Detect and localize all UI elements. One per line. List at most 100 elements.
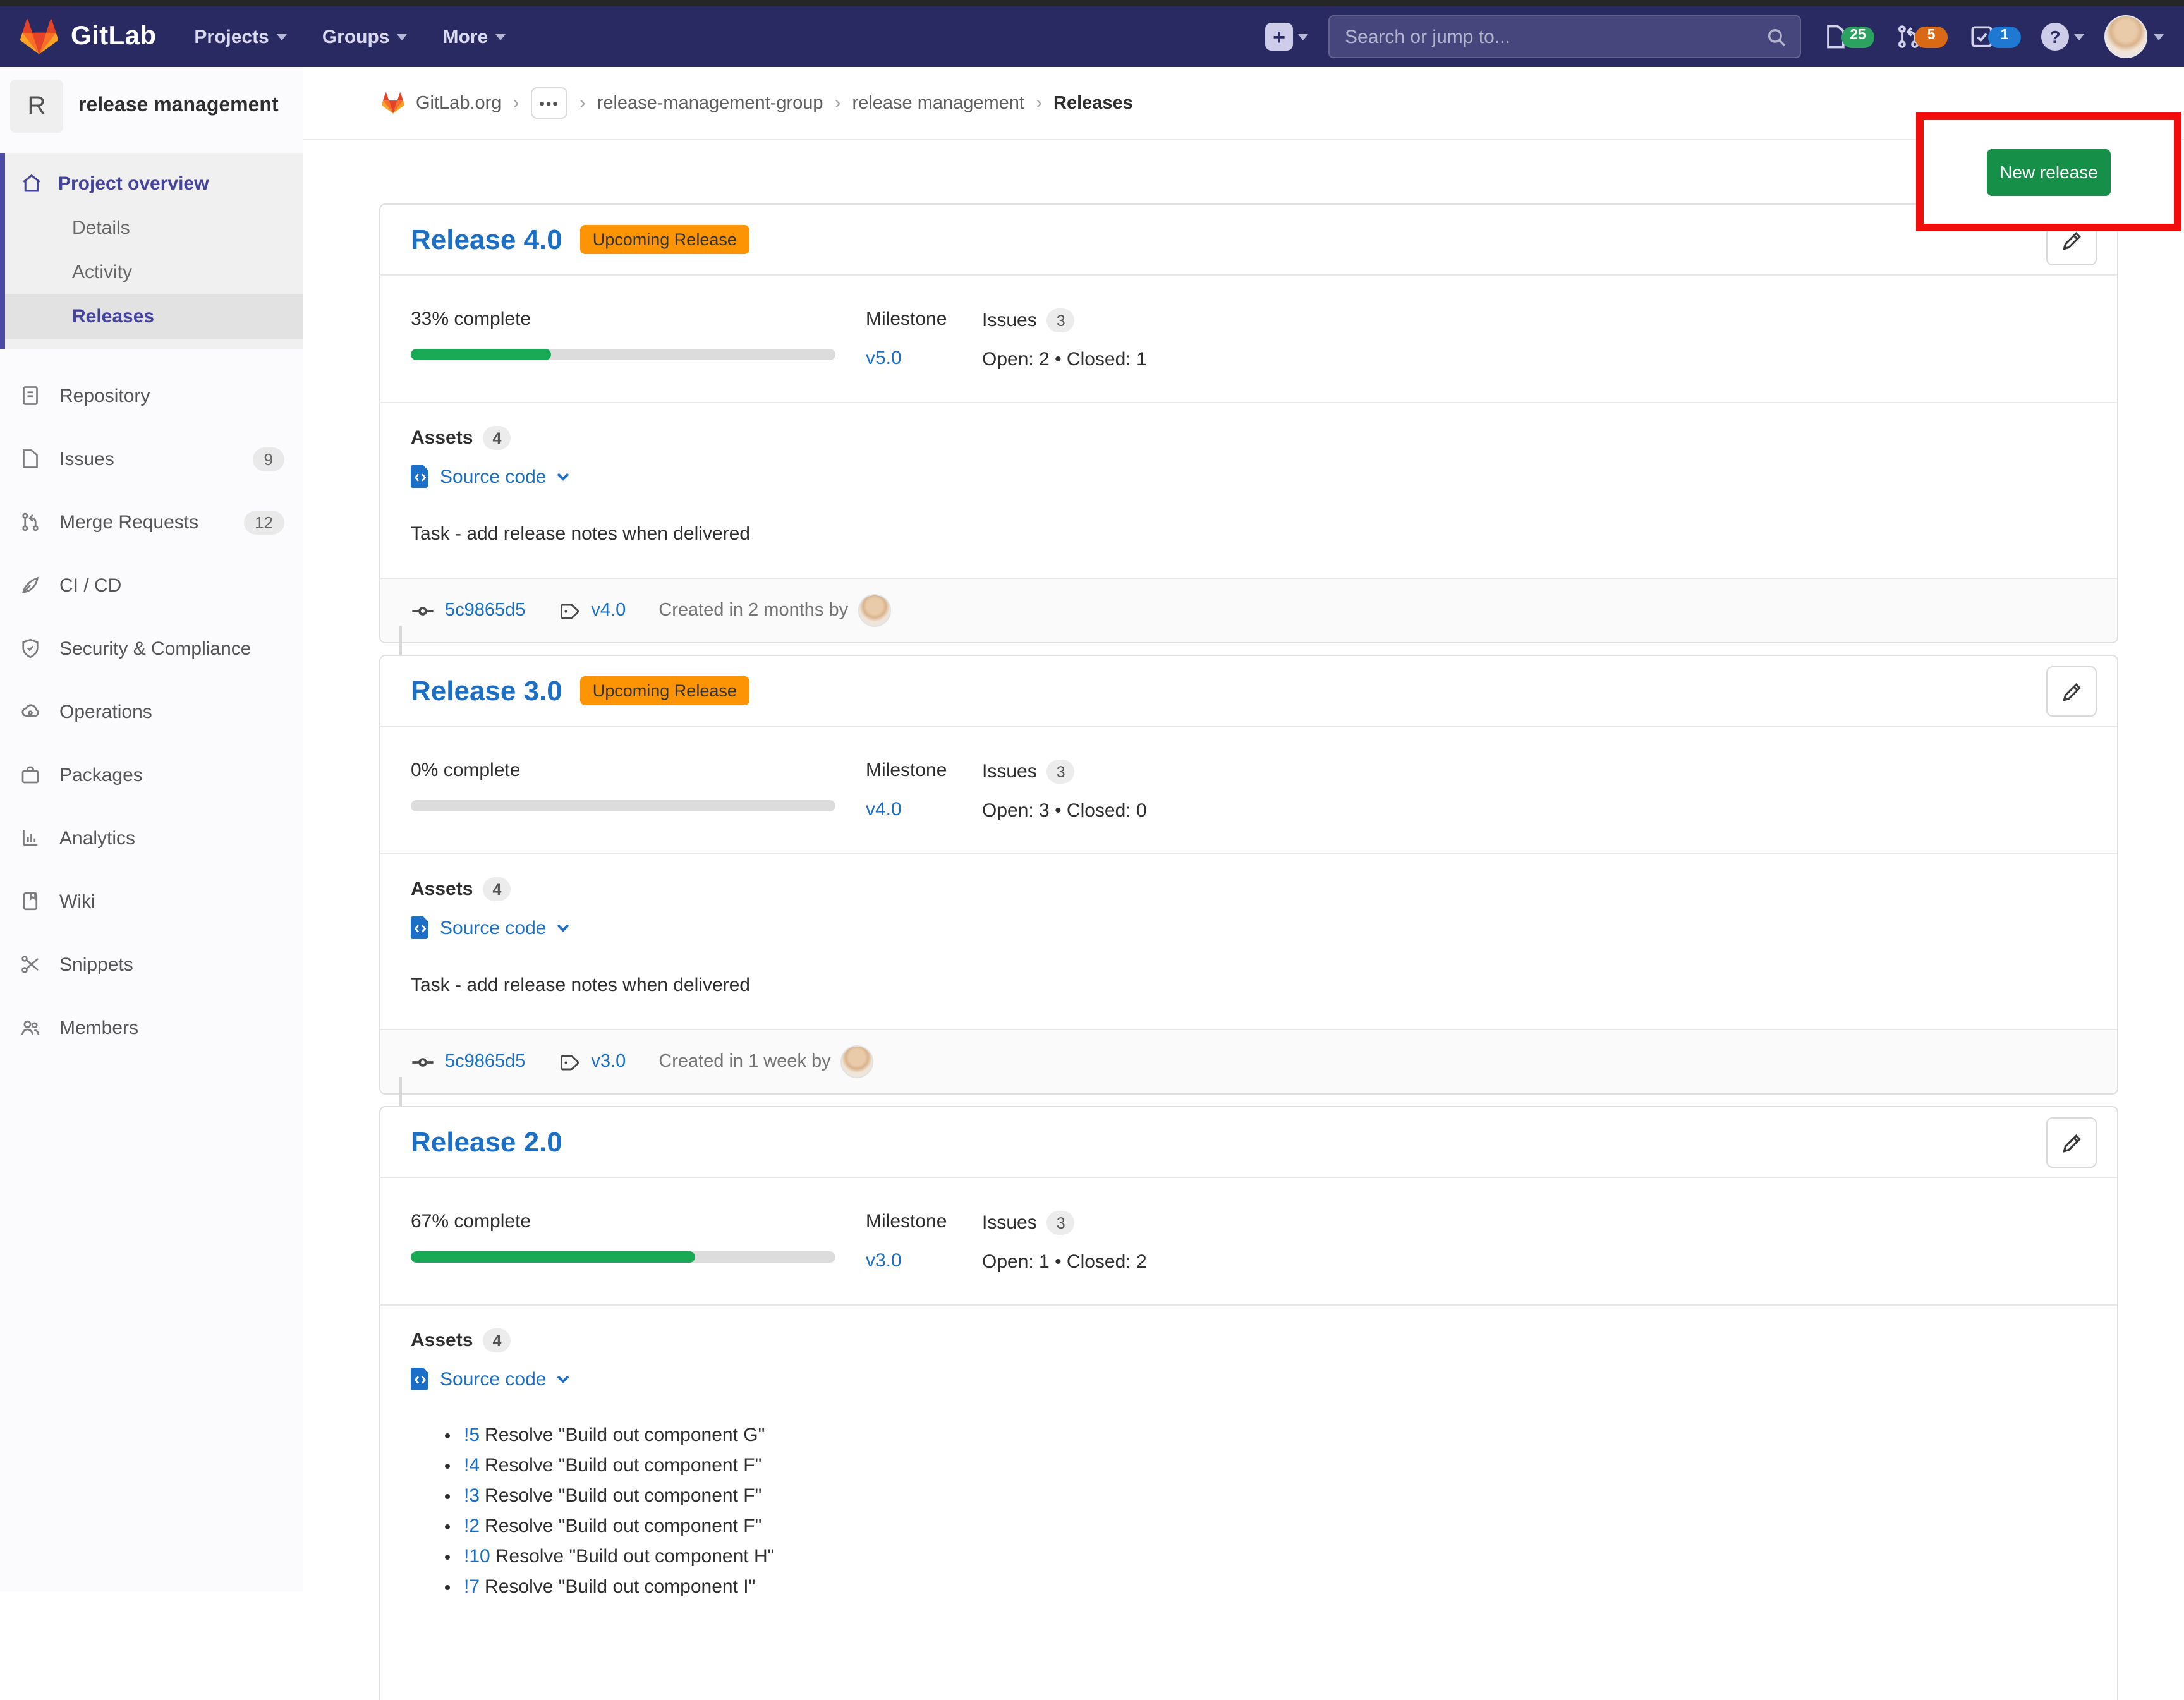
breadcrumb-group[interactable]: release-management-group [597,93,823,113]
merge-request-link[interactable]: !5 [464,1424,480,1446]
sidebar-item-ci-cd[interactable]: CI / CD [0,554,303,617]
user-menu[interactable] [2104,15,2164,58]
timeline-connector [399,1077,402,1106]
sidebar-item-issues[interactable]: Issues 9 [0,427,303,490]
milestone-column: Milestone v4.0 [866,760,982,822]
author-avatar[interactable] [858,594,891,627]
search-input[interactable] [1342,25,1756,49]
milestone-label: Milestone [866,308,982,330]
nav-projects[interactable]: Projects [194,26,286,47]
commit-icon [411,598,435,622]
nav-groups[interactable]: Groups [322,26,408,47]
release-title-link[interactable]: Release 3.0 [411,674,562,707]
sidebar-item-releases[interactable]: Releases [5,294,303,339]
cloud-gear-icon [19,700,42,723]
issues-column: Issues 3 Open: 2 • Closed: 1 [982,308,1147,370]
breadcrumb-ellipsis-button[interactable]: ••• [530,87,567,119]
merge-request-item: !2Resolve "Build out component F" [464,1514,2087,1538]
edit-release-button[interactable] [2046,1117,2097,1168]
merge-request-link[interactable]: !2 [464,1515,480,1537]
shield-icon [19,637,42,660]
sidebar-item-packages[interactable]: Packages [0,743,303,806]
plus-icon: + [1265,23,1293,51]
pencil-icon [2060,228,2084,252]
assets-count-badge: 4 [483,1328,511,1352]
progress-bar [411,1251,835,1263]
assets-section: Assets 4 Source code [380,1306,2117,1638]
sidebar-item-label: Project overview [58,173,209,194]
document-icon [19,384,42,407]
release-title-link[interactable]: Release 2.0 [411,1126,562,1158]
sidebar-item-operations[interactable]: Operations [0,680,303,743]
mr-count-badge: 5 [1915,26,1948,47]
issues-count-badge: 3 [1047,760,1075,784]
tag-link[interactable]: v3.0 [591,1052,626,1072]
tag-icon [558,1050,581,1073]
breadcrumb-separator: › [579,92,586,114]
tag-link[interactable]: v4.0 [591,600,626,621]
commit-link[interactable]: 5c9865d5 [445,1052,525,1072]
todos-counter[interactable]: 1 [1968,23,2021,51]
source-code-dropdown[interactable]: Source code [411,465,2087,488]
sidebar-item-activity[interactable]: Activity [5,250,303,294]
sidebar-item-merge-requests[interactable]: Merge Requests 12 [0,490,303,554]
merge-request-link[interactable]: !10 [464,1546,490,1567]
gitlab-logo[interactable]: GitLab [20,19,156,54]
milestone-link[interactable]: v3.0 [866,1250,982,1272]
issues-label: Issues [982,1212,1037,1234]
breadcrumb-project[interactable]: release management [852,93,1024,113]
new-menu-button[interactable]: + [1265,23,1308,51]
project-avatar: R [10,80,63,133]
edit-release-button[interactable] [2046,666,2097,717]
merge-request-item: !3Resolve "Build out component F" [464,1484,2087,1508]
release-description: Task - add release notes when delivered [411,523,2087,545]
sidebar-item-analytics[interactable]: Analytics [0,806,303,870]
milestone-column: Milestone v5.0 [866,308,982,370]
release-card-header: Release 4.0 Upcoming Release [380,205,2117,276]
release-card-footer: 5c9865d5 v3.0 Created in 1 week by [380,1029,2117,1093]
issues-count-badge: 3 [1047,308,1075,332]
pencil-icon [2060,1131,2084,1155]
assets-label: Assets [411,427,473,449]
percent-complete-label: 33% complete [411,308,866,330]
release-meta-row: 33% complete Milestone v5.0 Issues 3 Ope… [380,276,2117,403]
mr-count-badge: 12 [243,510,284,534]
sidebar-item-wiki[interactable]: Wiki [0,870,303,933]
progress-fill [411,349,551,360]
tag-icon [558,599,581,622]
commit-link[interactable]: 5c9865d5 [445,600,525,621]
merge-request-link[interactable]: !3 [464,1485,480,1507]
merge-request-link[interactable]: !7 [464,1576,480,1598]
source-code-dropdown[interactable]: Source code [411,1368,2087,1390]
sidebar-item-security[interactable]: Security & Compliance [0,617,303,680]
source-code-dropdown[interactable]: Source code [411,916,2087,939]
release-title-link[interactable]: Release 4.0 [411,223,562,256]
pencil-icon [2060,679,2084,703]
breadcrumb-root[interactable]: GitLab.org [416,93,501,113]
sidebar-item-members[interactable]: Members [0,996,303,1059]
merge-requests-counter[interactable]: 5 [1895,23,1948,51]
search-bar[interactable] [1328,15,1801,58]
sidebar-item-repository[interactable]: Repository [0,364,303,427]
issues-label: Issues [982,761,1037,782]
source-code-label: Source code [440,466,546,487]
milestone-link[interactable]: v4.0 [866,799,982,820]
sidebar-item-project-overview[interactable]: Project overview [5,161,303,206]
sidebar-project-header[interactable]: R release management [0,67,303,145]
nav-more[interactable]: More [443,26,506,47]
bar-chart-icon [19,827,42,849]
new-release-button[interactable]: New release [1987,149,2111,195]
project-name: release management [78,95,279,118]
sidebar-item-snippets[interactable]: Snippets [0,933,303,996]
tanuki-icon [20,19,58,54]
tutorial-highlight-box: New release [1916,112,2181,231]
merge-request-link[interactable]: !4 [464,1455,480,1476]
issues-counter[interactable]: 25 [1821,23,1874,51]
release-card-3-0: Release 3.0 Upcoming Release 0% complete [379,655,2118,1095]
author-avatar[interactable] [841,1045,874,1078]
sidebar-item-details[interactable]: Details [5,206,303,250]
issues-count-badge: 9 [253,447,284,471]
milestone-link[interactable]: v5.0 [866,348,982,369]
source-code-label: Source code [440,917,546,938]
help-menu[interactable]: ? [2041,23,2084,51]
